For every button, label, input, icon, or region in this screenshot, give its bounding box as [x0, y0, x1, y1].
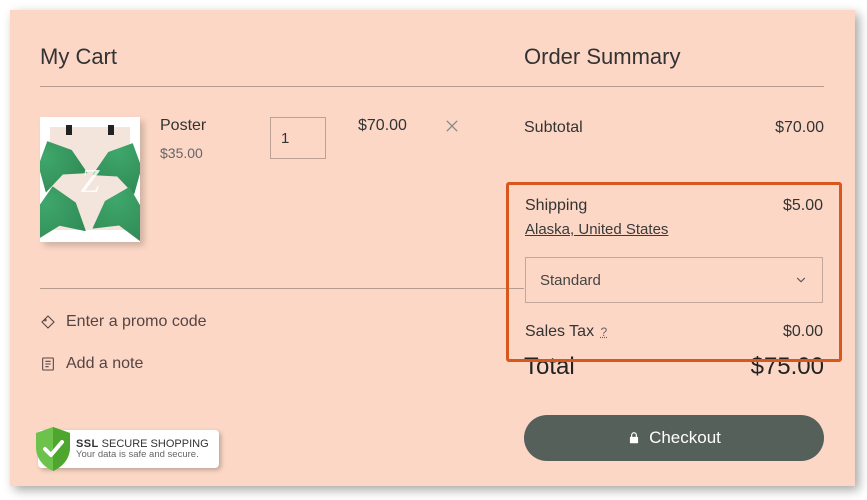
subtotal-row: Subtotal $70.00: [524, 87, 824, 137]
shield-check-icon: [32, 425, 74, 473]
checkout-button[interactable]: Checkout: [524, 415, 824, 461]
shipping-method-value: Standard: [540, 272, 601, 289]
quantity-input[interactable]: [271, 118, 325, 158]
cart-item: Z Poster $35.00 $70.00: [40, 87, 524, 242]
shipping-method-select[interactable]: Standard: [525, 257, 823, 303]
item-info: Poster $35.00: [160, 117, 270, 161]
ssl-line2: Your data is safe and secure.: [76, 450, 209, 460]
ssl-line1: SSL SECURE SHOPPING: [76, 438, 209, 450]
shipping-row: Shipping $5.00: [525, 197, 823, 215]
add-note-link[interactable]: Add a note: [40, 355, 524, 373]
add-note-label: Add a note: [66, 355, 143, 373]
close-icon: [444, 118, 460, 134]
ssl-badge: SSL SECURE SHOPPING Your data is safe an…: [38, 430, 219, 468]
shipping-label: Shipping: [525, 197, 587, 215]
product-thumbnail[interactable]: Z: [40, 117, 140, 242]
line-total: $70.00: [358, 117, 440, 135]
tax-row: Sales Tax ? $0.00: [525, 323, 823, 341]
thumb-letter: Z: [40, 163, 140, 201]
shipping-tax-highlight: Shipping $5.00 Alaska, United States Sta…: [506, 182, 842, 362]
shipping-destination-link[interactable]: Alaska, United States: [525, 221, 668, 238]
cart-page: My Cart Z Poster $35.00 $70.00: [10, 10, 855, 486]
note-icon: [40, 356, 56, 372]
subtotal-label: Subtotal: [524, 119, 583, 137]
tax-help-icon[interactable]: ?: [601, 325, 608, 339]
quantity-stepper[interactable]: [270, 117, 326, 159]
checkout-label: Checkout: [649, 428, 721, 448]
tag-icon: [40, 314, 56, 330]
summary-title: Order Summary: [524, 44, 824, 70]
remove-item-button[interactable]: [440, 117, 464, 140]
promo-code-link[interactable]: Enter a promo code: [40, 313, 524, 331]
divider: [40, 288, 524, 289]
shipping-value: $5.00: [783, 197, 823, 215]
cart-title: My Cart: [40, 44, 524, 70]
tax-label-wrap: Sales Tax ?: [525, 323, 607, 341]
subtotal-value: $70.00: [775, 119, 824, 137]
tax-value: $0.00: [783, 323, 823, 341]
promo-code-label: Enter a promo code: [66, 313, 207, 331]
order-summary-column: Order Summary Subtotal $70.00 Shipping $…: [524, 44, 824, 461]
item-unit-price: $35.00: [160, 145, 270, 161]
lock-icon: [627, 431, 641, 445]
tax-label: Sales Tax: [525, 323, 594, 340]
item-name[interactable]: Poster: [160, 117, 270, 135]
chevron-down-icon: [794, 273, 808, 287]
cart-column: My Cart Z Poster $35.00 $70.00: [40, 44, 524, 461]
